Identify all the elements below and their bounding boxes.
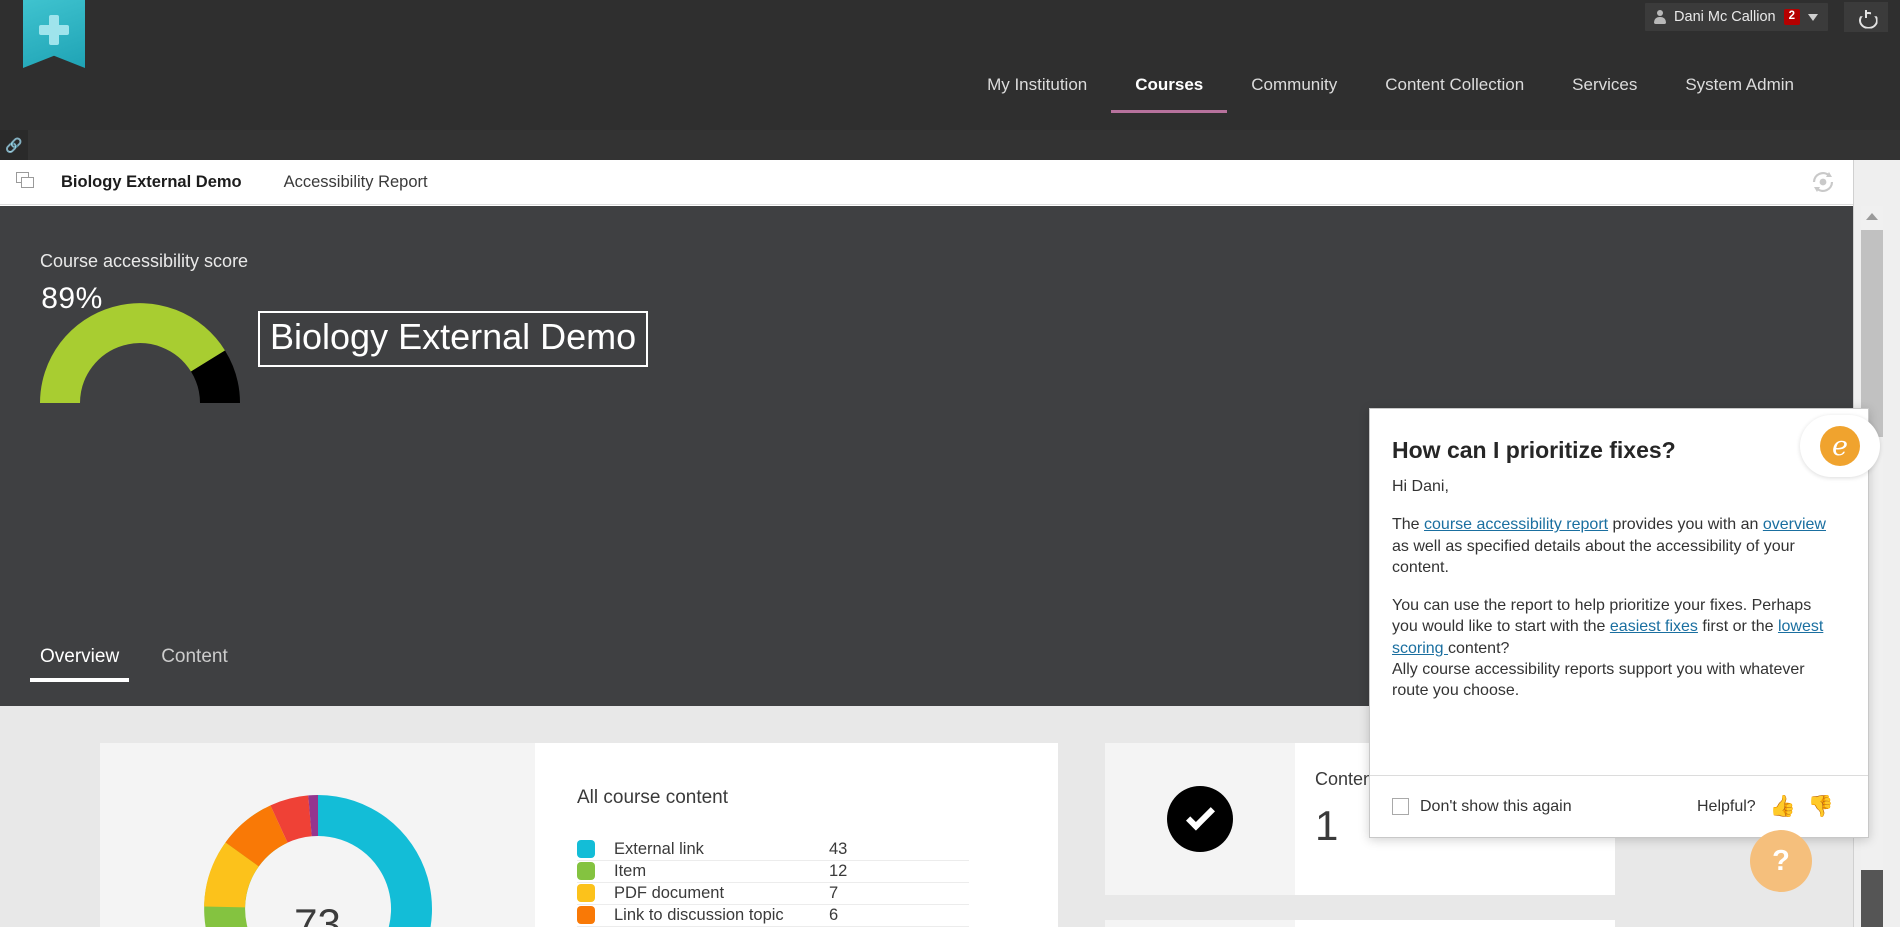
help-popup: How can I prioritize fixes? Hi Dani, The… xyxy=(1369,408,1869,838)
link-chain-icon: 🔗 xyxy=(5,137,23,153)
dont-show-checkbox[interactable] xyxy=(1392,798,1409,815)
institution-logo[interactable] xyxy=(23,0,85,68)
nav-courses[interactable]: Courses xyxy=(1111,60,1228,113)
legend-label: External link xyxy=(614,839,704,858)
legend-label: Link to discussion topic xyxy=(614,905,784,924)
windows-stack-icon[interactable] xyxy=(16,172,38,192)
ally-e-logo: e xyxy=(1820,426,1860,466)
nav-community[interactable]: Community xyxy=(1227,60,1361,113)
popup-paragraph-1: The course accessibility report provides… xyxy=(1392,514,1840,578)
thumbs-up-icon[interactable]: 👍 xyxy=(1770,796,1796,817)
swatch-icon xyxy=(577,862,595,881)
chevron-down-icon[interactable] xyxy=(1808,13,1818,21)
swatch-icon xyxy=(577,840,595,859)
course-title-focus-box[interactable]: Biology External Demo xyxy=(258,311,649,367)
main-navigation: My Institution Courses Community Content… xyxy=(0,60,1900,130)
chevron-up-icon xyxy=(1866,212,1878,220)
legend-label: PDF document xyxy=(614,883,725,902)
popup-greeting: Hi Dani, xyxy=(1392,478,1449,495)
scroll-up-button[interactable] xyxy=(1861,206,1883,226)
link-chain-button[interactable]: 🔗 xyxy=(0,130,28,160)
legend-title: All course content xyxy=(577,787,729,808)
list-item[interactable]: Item 12 xyxy=(577,861,969,883)
link-course-accessibility-report[interactable]: course accessibility report xyxy=(1424,516,1608,533)
scrollbar-lower-thumb[interactable] xyxy=(1861,870,1883,927)
user-avatar-icon xyxy=(1653,10,1666,24)
scrollbar-thumb[interactable] xyxy=(1861,230,1883,437)
nav-services[interactable]: Services xyxy=(1548,60,1661,113)
list-item[interactable]: PDF document 7 xyxy=(577,883,969,905)
tab-content[interactable]: Content xyxy=(161,646,228,682)
logout-button[interactable] xyxy=(1844,2,1888,32)
link-easiest-fixes[interactable]: easiest fixes xyxy=(1610,618,1698,635)
stat-card-fix-low-scoring: Fix low 8 xyxy=(1105,920,1615,927)
power-icon xyxy=(1859,9,1874,25)
link-overview[interactable]: overview xyxy=(1763,516,1826,533)
legend-value: 12 xyxy=(829,861,848,880)
popup-body: Hi Dani, The course accessibility report… xyxy=(1370,464,1868,701)
refresh-preview-icon[interactable] xyxy=(1810,171,1836,193)
popup-footer: Don't show this again Helpful? 👍 👎 xyxy=(1370,775,1868,837)
popup-paragraph-3: Ally course accessibility reports suppor… xyxy=(1392,660,1805,700)
p1-text-b: provides you with an xyxy=(1608,516,1763,534)
p2-text-c: content? xyxy=(1448,639,1510,657)
user-menu[interactable]: Dani Mc Callion 2 xyxy=(1645,3,1828,31)
content-legend: All course content External link 43 Item… xyxy=(535,743,1058,927)
swatch-icon xyxy=(577,906,595,925)
breadcrumb-section[interactable]: Accessibility Report xyxy=(284,173,428,192)
tab-overview[interactable]: Overview xyxy=(29,646,130,682)
course-title: Biology External Demo xyxy=(270,316,637,357)
score-label: Course accessibility score xyxy=(40,251,249,271)
donut-total: 73 xyxy=(294,900,341,927)
helpful-label: Helpful? xyxy=(1696,797,1756,815)
plus-icon xyxy=(39,15,69,45)
content-donut-chart: 73 xyxy=(100,743,535,927)
list-item[interactable]: Link to discussion topic 6 xyxy=(577,905,969,927)
nav-content-collection[interactable]: Content Collection xyxy=(1361,60,1548,113)
p1-text-a: The xyxy=(1392,516,1425,534)
report-tabs: Overview Content xyxy=(29,646,228,682)
score-percent: 89% xyxy=(41,282,103,315)
stat-icon-container xyxy=(1105,743,1295,895)
legend-value: 6 xyxy=(829,905,839,924)
stat-icon-container xyxy=(1105,920,1295,927)
dont-show-label: Don't show this again xyxy=(1420,797,1572,815)
check-circle-icon xyxy=(1167,786,1233,852)
nav-my-institution[interactable]: My Institution xyxy=(963,60,1111,113)
legend-value: 7 xyxy=(829,883,839,902)
nav-system-admin[interactable]: System Admin xyxy=(1661,60,1818,113)
p2-text-b: first or the xyxy=(1697,618,1778,636)
p1-text-c: as well as specified details about the a… xyxy=(1392,537,1795,576)
list-item[interactable]: External link 43 xyxy=(577,839,969,861)
all-course-content-card: 73 All course content External link 43 I… xyxy=(100,743,1058,927)
notification-count-badge: 2 xyxy=(1783,8,1800,26)
breadcrumb-course[interactable]: Biology External Demo xyxy=(61,173,242,192)
global-top-bar: Dani Mc Callion 2 My Institution Courses… xyxy=(0,0,1900,130)
popup-paragraph-2: You can use the report to help prioritiz… xyxy=(1392,595,1840,659)
legend-value: 43 xyxy=(829,839,848,858)
bookmark-plus-logo xyxy=(23,0,85,68)
swatch-icon xyxy=(577,884,595,903)
help-button[interactable]: ? xyxy=(1750,830,1812,892)
legend-label: Item xyxy=(614,861,647,880)
popup-heading: How can I prioritize fixes? xyxy=(1392,437,1676,463)
thumbs-down-icon[interactable]: 👎 xyxy=(1808,796,1834,817)
ally-logo-badge[interactable]: e xyxy=(1800,415,1880,477)
user-name-label: Dani Mc Callion xyxy=(1674,9,1776,25)
secondary-dark-strip: 🔗 xyxy=(0,130,1900,160)
breadcrumb: Biology External Demo Accessibility Repo… xyxy=(0,160,1900,205)
stat-body: Fix low 8 xyxy=(1295,920,1615,927)
